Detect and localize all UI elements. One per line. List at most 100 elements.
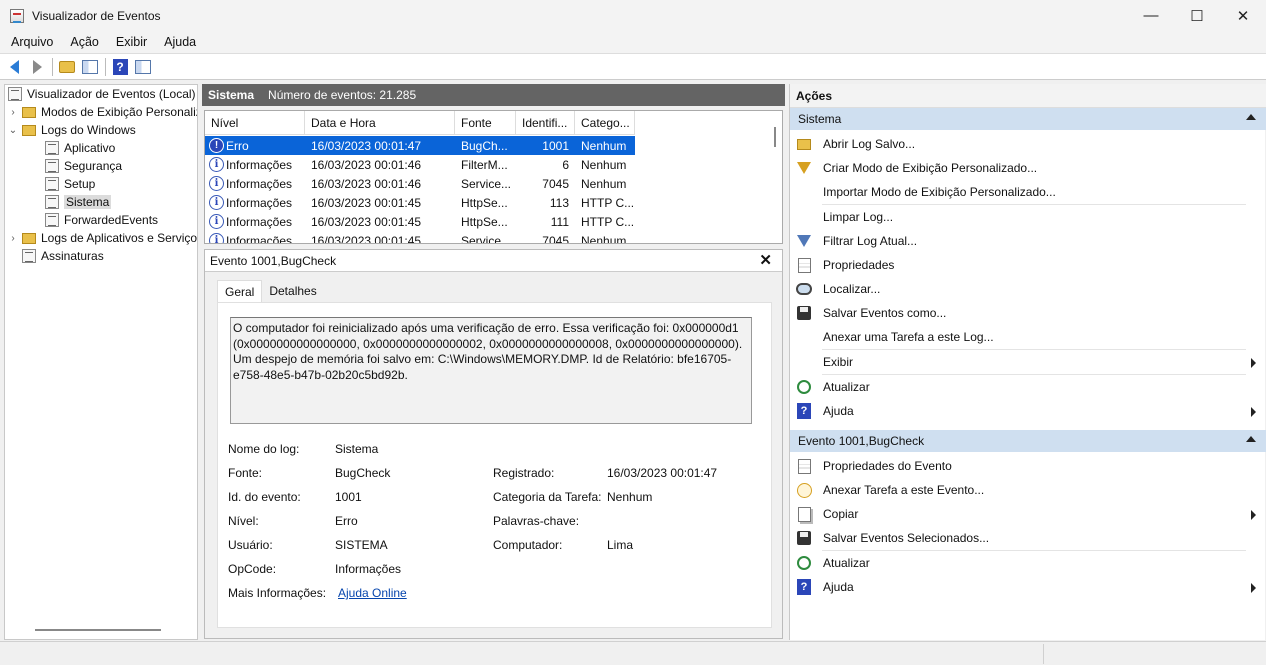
tree-item-app-service-logs[interactable]: › Logs de Aplicativos e Serviços [8, 229, 197, 247]
log-icon [45, 195, 59, 209]
column-header-date[interactable]: Data e Hora [305, 111, 455, 135]
chevron-right-icon[interactable]: › [8, 233, 18, 244]
table-row[interactable]: i Informações 16/03/2023 00:01:45 HttpSe.… [205, 212, 635, 231]
tree-item-assinaturas[interactable]: Assinaturas [22, 247, 104, 265]
binoculars-icon [796, 281, 812, 297]
action-pane-icon [135, 59, 151, 74]
column-header-category[interactable]: Catego... [575, 111, 635, 135]
horizontal-scrollbar[interactable] [35, 629, 161, 631]
chevron-down-icon[interactable]: ⌄ [8, 125, 18, 136]
tab-detalhes[interactable]: Detalhes [262, 280, 323, 302]
action-abrir-log-salvo[interactable]: Abrir Log Salvo... [790, 132, 1266, 156]
help-button[interactable]: ? [110, 57, 130, 77]
table-row[interactable]: i Informações 16/03/2023 00:01:46 Service… [205, 174, 635, 193]
level-cell: Informações [226, 214, 293, 229]
action-ajuda[interactable]: ? Ajuda [790, 399, 1266, 423]
column-header-source[interactable]: Fonte [455, 111, 516, 135]
event-viewer-app-icon [10, 8, 24, 23]
event-detail-title: Evento 1001,BugCheck [210, 253, 337, 268]
action-anexar-tarefa-log[interactable]: Anexar uma Tarefa a este Log... [790, 325, 1266, 349]
level-cell: Informações [226, 195, 293, 210]
vertical-scrollbar[interactable] [774, 127, 776, 147]
tree-item-root[interactable]: Visualizador de Eventos (Local) [8, 85, 196, 103]
action-atualizar[interactable]: Atualizar [790, 375, 1266, 399]
menu-acao[interactable]: Ação [60, 35, 106, 49]
action-anexar-tarefa-evento[interactable]: Anexar Tarefa a este Evento... [790, 478, 1266, 502]
submenu-arrow-icon [1251, 510, 1256, 520]
menu-ajuda[interactable]: Ajuda [154, 35, 203, 49]
section-evento-header[interactable]: Evento 1001,BugCheck [790, 430, 1266, 452]
event-description[interactable]: O computador foi reinicializado após uma… [230, 317, 752, 424]
subscriptions-icon [22, 249, 36, 263]
collapse-icon[interactable] [1246, 436, 1256, 442]
up-folder-button[interactable] [57, 57, 77, 77]
submenu-arrow-icon [1251, 407, 1256, 417]
action-criar-modo[interactable]: Criar Modo de Exibição Personalizado... [790, 156, 1266, 180]
forward-button[interactable] [27, 57, 47, 77]
action-localizar[interactable]: Localizar... [790, 277, 1266, 301]
table-row[interactable]: i Informações 16/03/2023 00:01:46 FilterM… [205, 155, 635, 174]
back-button[interactable] [4, 57, 24, 77]
menu-exibir[interactable]: Exibir [106, 35, 154, 49]
section-title: Sistema [798, 112, 842, 126]
action-atualizar-evento[interactable]: Atualizar [790, 551, 1266, 575]
event-detail-header: Evento 1001,BugCheck ✕ [205, 250, 782, 272]
minimize-button[interactable]: — [1128, 0, 1174, 31]
level-cell: Informações [226, 233, 293, 244]
section-sistema-header[interactable]: Sistema [790, 108, 1266, 130]
show-hide-action-pane-button[interactable] [133, 57, 153, 77]
tree-item-label: Assinaturas [41, 249, 104, 263]
ajuda-online-link[interactable]: Ajuda Online [338, 586, 407, 600]
close-detail-icon[interactable]: ✕ [759, 251, 772, 269]
date-cell: 16/03/2023 00:01:46 [311, 176, 422, 191]
info-icon: i [209, 214, 224, 229]
value-level: Erro [335, 514, 358, 528]
table-row[interactable]: ! Erro 16/03/2023 00:01:47 BugCh... 1001 … [205, 136, 635, 155]
table-row[interactable]: i Informações 16/03/2023 00:01:45 HttpSe.… [205, 193, 635, 212]
tree-item-custom-views[interactable]: › Modos de Exibição Personalizados [8, 103, 197, 121]
action-importar-modo[interactable]: Importar Modo de Exibição Personalizado.… [790, 180, 1266, 204]
action-salvar-eventos[interactable]: Salvar Eventos como... [790, 301, 1266, 325]
tree-item-aplicativo[interactable]: Aplicativo [45, 139, 115, 157]
table-row[interactable]: i Informações 16/03/2023 00:01:45 Service… [205, 231, 635, 244]
menu-arquivo[interactable]: Arquivo [0, 35, 60, 49]
action-salvar-selecionados[interactable]: Salvar Eventos Selecionados... [790, 526, 1266, 550]
chevron-right-icon[interactable]: › [8, 107, 18, 118]
action-propriedades-evento[interactable]: Propriedades do Evento [790, 454, 1266, 478]
section-title: Evento 1001,BugCheck [798, 434, 925, 448]
tree-item-setup[interactable]: Setup [45, 175, 95, 193]
value-source: BugCheck [335, 466, 391, 480]
toolbar: ? [0, 53, 1266, 80]
action-propriedades[interactable]: Propriedades [790, 253, 1266, 277]
label-keywords: Palavras-chave: [493, 514, 580, 528]
action-label: Criar Modo de Exibição Personalizado... [823, 161, 1038, 175]
level-cell: Informações [226, 176, 293, 191]
column-header-level[interactable]: Nível [205, 111, 305, 135]
maximize-button[interactable]: ☐ [1174, 0, 1220, 31]
collapse-icon[interactable] [1246, 114, 1256, 120]
show-hide-tree-button[interactable] [80, 57, 100, 77]
category-cell: HTTP C... [581, 214, 635, 229]
value-log-name: Sistema [335, 442, 379, 456]
info-icon: i [209, 195, 224, 210]
event-count: Número de eventos: 21.285 [268, 88, 417, 102]
action-limpar-log[interactable]: Limpar Log... [790, 205, 1266, 229]
column-header-id[interactable]: Identifi... [516, 111, 575, 135]
status-bar [0, 641, 1266, 665]
tree-item-windows-logs[interactable]: ⌄ Logs do Windows [8, 121, 136, 139]
action-label: Importar Modo de Exibição Personalizado.… [823, 185, 1056, 199]
action-label: Anexar Tarefa a este Evento... [823, 483, 985, 497]
tab-geral[interactable]: Geral [217, 280, 263, 302]
action-copiar[interactable]: Copiar [790, 502, 1266, 526]
log-icon [45, 177, 59, 191]
action-exibir[interactable]: Exibir [790, 350, 1266, 374]
action-ajuda-evento[interactable]: ? Ajuda [790, 575, 1266, 599]
tree-item-seguranca[interactable]: Segurança [45, 157, 122, 175]
category-cell: Nenhum [581, 176, 627, 191]
close-button[interactable]: ✕ [1220, 0, 1266, 31]
help-icon: ? [796, 403, 812, 419]
action-filtrar-log[interactable]: Filtrar Log Atual... [790, 229, 1266, 253]
date-cell: 16/03/2023 00:01:45 [311, 195, 422, 210]
tree-item-sistema[interactable]: Sistema [45, 193, 112, 211]
tree-item-forwarded-events[interactable]: ForwardedEvents [45, 211, 158, 229]
